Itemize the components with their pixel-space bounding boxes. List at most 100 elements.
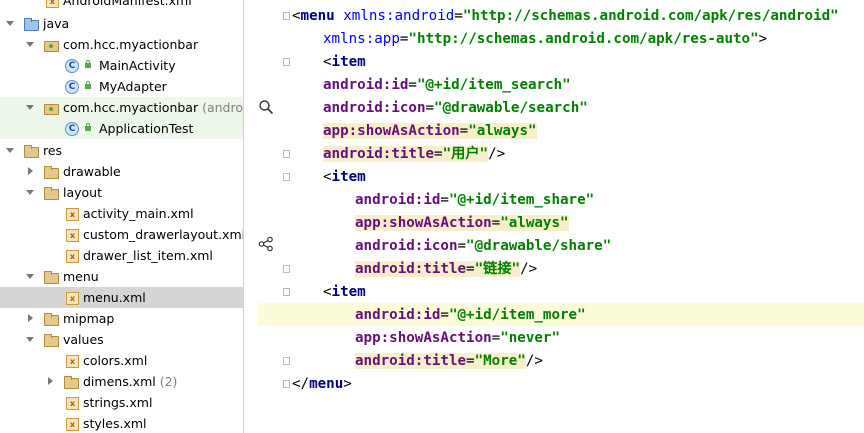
fold-marker[interactable] [283, 357, 290, 365]
editor-gutter[interactable] [244, 0, 282, 433]
code-token: "always" [468, 123, 537, 139]
tree-item-label: strings.xml [83, 395, 153, 410]
folder-icon [44, 332, 59, 347]
tree-item-applicationtest[interactable]: C ApplicationTest [0, 118, 243, 139]
tree-item-drawable[interactable]: drawable [0, 161, 243, 182]
tree-item-menu[interactable]: menu [0, 266, 243, 287]
xml-file-icon: x [66, 250, 79, 263]
tree-item-androidmanifest[interactable]: x AndroidManifest.xml [0, 0, 243, 11]
share-icon[interactable] [258, 236, 274, 252]
code-line: app:showAsAction="always" [323, 120, 537, 143]
tree-item-package[interactable]: com.hcc.myactionbar [0, 34, 243, 55]
tree-item-res[interactable]: res [0, 140, 243, 161]
search-icon[interactable] [258, 99, 274, 115]
code-token: = [466, 353, 475, 369]
chevron-down-icon[interactable] [24, 101, 36, 113]
code-token: item [331, 169, 366, 185]
package-icon [44, 37, 59, 52]
tree-item-strings-xml[interactable]: x strings.xml [0, 392, 243, 413]
code-token: android:title [323, 146, 435, 162]
tree-item-label: colors.xml [83, 353, 148, 368]
code-token: </ [292, 376, 310, 392]
chevron-down-icon[interactable] [24, 38, 36, 50]
code-token: < [323, 169, 332, 185]
chevron-right-icon[interactable] [24, 312, 36, 324]
tree-item-label-group: com.hcc.myactionbar (androidT [63, 99, 243, 116]
code-token: "always" [500, 215, 569, 231]
code-token: xmlns:app [323, 31, 400, 47]
tree-item-myadapter[interactable]: C MyAdapter [0, 76, 243, 97]
fold-marker[interactable] [283, 380, 290, 388]
code-token: = [454, 8, 463, 24]
code-line: <item [323, 51, 366, 74]
tree-item-label: drawable [63, 164, 121, 179]
folder-icon [44, 185, 59, 200]
chevron-down-icon[interactable] [4, 17, 16, 29]
code-token: = [408, 77, 417, 93]
chevron-down-icon[interactable] [24, 186, 36, 198]
chevron-down-icon[interactable] [24, 333, 36, 345]
xml-file-icon: x [66, 229, 79, 242]
tree-item-java[interactable]: java [0, 13, 243, 34]
code-line: android:id="@+id/item_share" [355, 189, 594, 212]
code-line: app:showAsAction="always" [355, 212, 569, 235]
xml-file-icon: x [66, 418, 79, 431]
code-token: = [425, 100, 435, 116]
code-token: < [292, 8, 301, 24]
chevron-right-icon[interactable] [24, 165, 36, 177]
lock-icon [85, 60, 91, 68]
code-token: "链接" [474, 261, 521, 277]
tree-item-label-group: dimens.xml (2) [83, 373, 177, 390]
tree-item-label: MainActivity [99, 58, 176, 73]
code-token: "More" [474, 353, 526, 369]
package-icon [44, 100, 59, 115]
tree-item-drawer-list-item[interactable]: x drawer_list_item.xml [0, 245, 243, 266]
tree-item-dimens-xml[interactable]: dimens.xml (2) [0, 371, 243, 392]
tree-item-activity-main[interactable]: x activity_main.xml [0, 203, 243, 224]
tree-item-label: mipmap [63, 311, 115, 326]
tree-item-styles-xml[interactable]: x styles.xml [0, 413, 243, 433]
fold-marker[interactable] [283, 265, 290, 273]
tree-item-values[interactable]: values [0, 329, 243, 350]
resource-folder-icon [24, 143, 39, 158]
code-line: android:title="用户"/> [323, 143, 505, 166]
tree-item-test-package[interactable]: com.hcc.myactionbar (androidT [0, 97, 243, 118]
tree-item-label: ApplicationTest [99, 121, 194, 136]
code-line: android:id="@+id/item_search" [323, 74, 571, 97]
code-token: > [343, 376, 352, 392]
code-token: < [323, 54, 332, 70]
code-token: > [758, 31, 768, 47]
code-token: /> [488, 146, 506, 162]
code-token: item [331, 284, 366, 300]
tree-item-label: values [63, 332, 104, 347]
fold-marker[interactable] [283, 288, 290, 296]
code-token: android:icon [323, 100, 426, 116]
code-line: android:title="More"/> [355, 350, 543, 373]
tree-item-layout[interactable]: layout [0, 182, 243, 203]
code-token: menu [300, 8, 335, 24]
class-icon: C [65, 59, 79, 73]
tree-item-custom-drawerlayout[interactable]: x custom_drawerlayout.xml [0, 224, 243, 245]
code-token: xmlns:android [343, 8, 455, 24]
code-token: "用户" [442, 146, 489, 162]
fold-marker[interactable] [283, 150, 290, 158]
folder-icon [44, 311, 59, 326]
chevron-down-icon[interactable] [4, 144, 16, 156]
chevron-down-icon[interactable] [24, 270, 36, 282]
code-line: app:showAsAction="never" [355, 327, 560, 350]
tree-item-colors-xml[interactable]: x colors.xml [0, 350, 243, 371]
xml-file-icon: x [66, 355, 79, 368]
fold-marker[interactable] [283, 58, 290, 66]
fold-marker[interactable] [283, 173, 290, 181]
code-token: "http://schemas.android.com/apk/res-auto… [408, 31, 759, 47]
code-token: < [323, 284, 332, 300]
tree-item-menu-xml[interactable]: x menu.xml [0, 287, 243, 308]
tree-item-mainactivity[interactable]: C MainActivity [0, 55, 243, 76]
chevron-right-icon[interactable] [44, 375, 56, 387]
lock-icon [85, 81, 91, 89]
tree-item-mipmap[interactable]: mipmap [0, 308, 243, 329]
tree-item-hint: (2) [159, 374, 178, 389]
fold-marker[interactable] [283, 12, 290, 20]
code-token: /> [520, 261, 538, 277]
tree-item-label: com.hcc.myactionbar [63, 37, 199, 52]
